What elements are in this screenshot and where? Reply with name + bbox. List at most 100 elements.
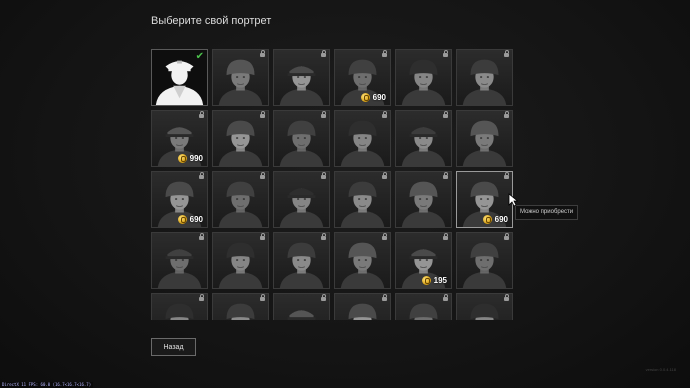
mouse-cursor-icon — [508, 193, 518, 207]
price-tag: 690 — [482, 215, 508, 224]
soldier-portrait — [462, 120, 507, 166]
portrait-grid: ✔ 690 990 690 690 195 — [151, 49, 517, 320]
lock-icon — [199, 233, 204, 240]
lock-icon — [260, 50, 265, 57]
portrait-tile[interactable] — [212, 171, 269, 228]
portrait-tile[interactable]: 690 — [151, 171, 208, 228]
soldier-portrait — [462, 59, 507, 105]
lock-icon — [199, 111, 204, 118]
portrait-tile[interactable] — [151, 232, 208, 289]
portrait-tile[interactable] — [334, 110, 391, 167]
checkmark-icon: ✔ — [195, 51, 204, 62]
portrait-tile[interactable] — [212, 49, 269, 106]
portrait-tile[interactable] — [456, 232, 513, 289]
gold-coin-icon — [177, 215, 187, 224]
gold-coin-icon — [360, 93, 370, 102]
gold-coin-icon — [421, 276, 431, 285]
lock-icon — [321, 172, 326, 179]
soldier-portrait — [157, 249, 202, 288]
soldier-portrait — [279, 120, 324, 166]
portrait-tile[interactable] — [151, 293, 208, 320]
lock-icon — [382, 233, 387, 240]
lock-icon — [382, 294, 387, 301]
price-value: 690 — [494, 215, 508, 224]
page-title: Выберите свой портрет — [151, 15, 272, 27]
lock-icon — [199, 172, 204, 179]
gold-coin-icon — [482, 215, 492, 224]
soldier-portrait — [279, 242, 324, 288]
lock-icon — [504, 294, 509, 301]
portrait-tile[interactable] — [334, 293, 391, 320]
portrait-tile[interactable] — [212, 232, 269, 289]
lock-icon — [321, 233, 326, 240]
portrait-tile[interactable] — [212, 293, 269, 320]
lock-icon — [260, 172, 265, 179]
gold-coin-icon — [177, 154, 187, 163]
lock-icon — [382, 111, 387, 118]
lock-icon — [382, 50, 387, 57]
version-label: version 0.0.4.118 — [645, 367, 676, 372]
portrait-tile[interactable] — [334, 232, 391, 289]
portrait-tile[interactable] — [456, 293, 513, 320]
portrait-tile[interactable] — [273, 171, 330, 228]
price-tag: 990 — [177, 154, 203, 163]
portrait-grid-scroll[interactable]: ✔ 690 990 690 690 195 — [151, 49, 517, 320]
lock-icon — [443, 111, 448, 118]
soldier-portrait — [340, 242, 385, 288]
lock-icon — [321, 294, 326, 301]
lock-icon — [199, 294, 204, 301]
price-value: 195 — [433, 276, 447, 285]
portrait-tile[interactable] — [395, 293, 452, 320]
lock-icon — [504, 50, 509, 57]
portrait-tile[interactable]: 690 — [456, 171, 513, 228]
lock-icon — [260, 294, 265, 301]
price-value: 990 — [189, 154, 203, 163]
portrait-tile[interactable] — [273, 293, 330, 320]
lock-icon — [382, 172, 387, 179]
soldier-portrait — [462, 242, 507, 288]
soldier-portrait — [218, 242, 263, 288]
price-tag: 195 — [421, 276, 447, 285]
portrait-tile[interactable] — [456, 49, 513, 106]
lock-icon — [321, 111, 326, 118]
soldier-portrait — [218, 120, 263, 166]
soldier-portrait — [218, 59, 263, 105]
lock-icon — [443, 294, 448, 301]
soldier-portrait — [340, 120, 385, 166]
portrait-tile[interactable] — [395, 49, 452, 106]
price-value: 690 — [189, 215, 203, 224]
portrait-tile[interactable]: 690 — [334, 49, 391, 106]
portrait-tile[interactable] — [273, 49, 330, 106]
portrait-tile[interactable] — [334, 171, 391, 228]
lock-icon — [504, 233, 509, 240]
lock-icon — [260, 233, 265, 240]
portrait-tile[interactable] — [395, 171, 452, 228]
soldier-portrait — [401, 59, 446, 105]
portrait-tile[interactable] — [212, 110, 269, 167]
back-button[interactable]: Назад — [151, 338, 196, 356]
portrait-tile[interactable]: 990 — [151, 110, 208, 167]
price-tag: 690 — [360, 93, 386, 102]
portrait-tile[interactable] — [273, 110, 330, 167]
price-value: 690 — [372, 93, 386, 102]
portrait-tile[interactable] — [395, 110, 452, 167]
portrait-tile[interactable] — [273, 232, 330, 289]
portrait-tile-selected[interactable]: ✔ — [151, 49, 208, 106]
tooltip: Можно приобрести — [515, 205, 579, 220]
lock-icon — [443, 172, 448, 179]
debug-overlay: DirectX 11 FPS: 60.0 (16.7<16.7<16.7) — [0, 382, 94, 388]
soldier-portrait — [218, 181, 263, 227]
lock-icon — [260, 111, 265, 118]
portrait-tile[interactable]: 195 — [395, 232, 452, 289]
lock-icon — [321, 50, 326, 57]
lock-icon — [443, 233, 448, 240]
lock-icon — [443, 50, 448, 57]
soldier-portrait — [279, 188, 324, 227]
soldier-portrait — [401, 181, 446, 227]
soldier-portrait — [401, 127, 446, 166]
lock-icon — [504, 111, 509, 118]
soldier-portrait — [279, 66, 324, 105]
price-tag: 690 — [177, 215, 203, 224]
soldier-portrait — [340, 181, 385, 227]
portrait-tile[interactable] — [456, 110, 513, 167]
